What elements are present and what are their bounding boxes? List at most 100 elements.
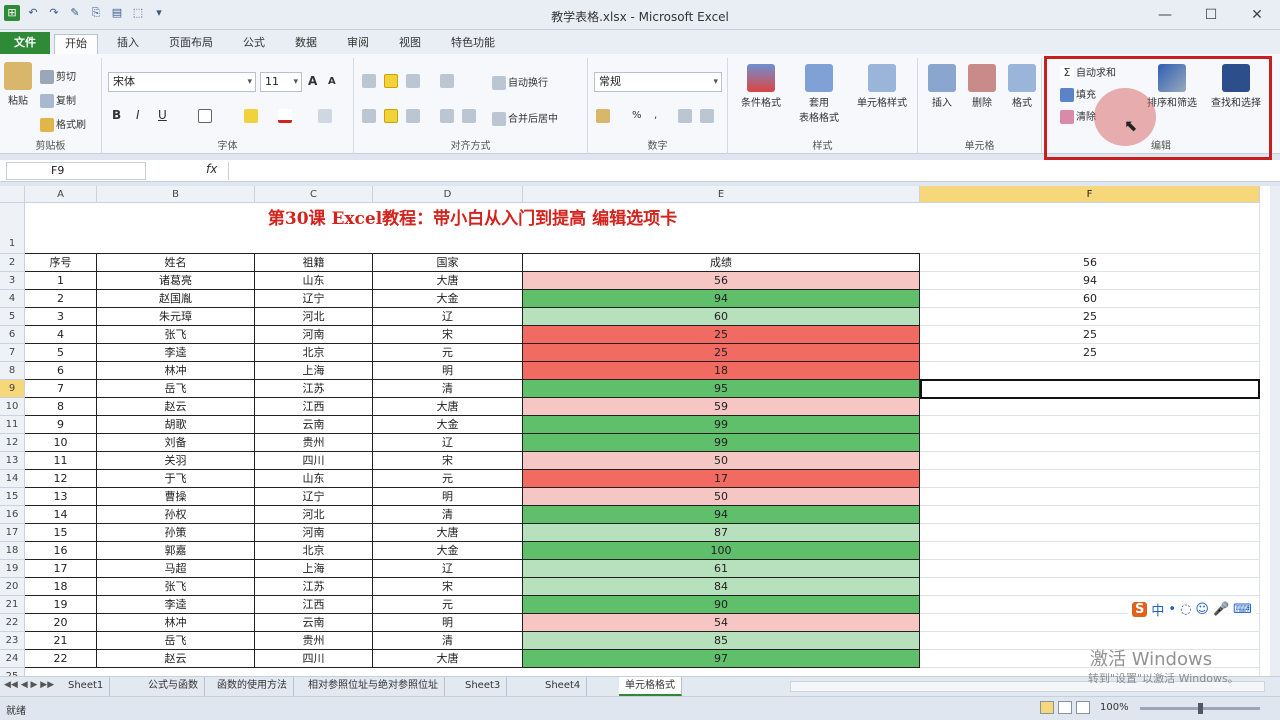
format-painter-button[interactable]: 格式刷 (40, 116, 86, 132)
header-cell[interactable]: 国家 (373, 254, 523, 272)
data-cell[interactable]: 21 (25, 632, 97, 650)
delete-cells-button[interactable]: 删除 (964, 64, 1000, 109)
insert-function-icon[interactable]: fx (206, 162, 217, 176)
empty-cell[interactable] (920, 470, 1260, 488)
increase-indent-icon[interactable] (462, 109, 476, 123)
page-layout-view-icon[interactable] (1058, 701, 1072, 714)
align-center-icon[interactable] (384, 109, 398, 123)
empty-cell[interactable] (920, 524, 1260, 542)
data-cell[interactable]: 明 (373, 614, 523, 632)
row-header[interactable]: 4 (0, 290, 25, 308)
sheet-tab[interactable]: 相对参照位址与绝对参照位址 (302, 677, 445, 696)
data-cell[interactable]: 云南 (255, 416, 373, 434)
score-cell[interactable]: 61 (523, 560, 920, 578)
data-cell[interactable]: 张飞 (97, 326, 255, 344)
data-cell[interactable]: 大唐 (373, 398, 523, 416)
close-button[interactable]: ✕ (1234, 0, 1280, 30)
f-value-cell[interactable]: 60 (920, 290, 1260, 308)
empty-cell[interactable] (920, 506, 1260, 524)
data-cell[interactable]: 江苏 (255, 380, 373, 398)
data-cell[interactable]: 明 (373, 488, 523, 506)
data-cell[interactable]: 郭嘉 (97, 542, 255, 560)
row-header[interactable]: 21 (0, 596, 25, 614)
data-cell[interactable]: 清 (373, 506, 523, 524)
align-middle-icon[interactable] (384, 74, 398, 88)
empty-cell[interactable] (920, 452, 1260, 470)
data-cell[interactable]: 四川 (255, 650, 373, 668)
data-cell[interactable]: 马超 (97, 560, 255, 578)
data-cell[interactable]: 大金 (373, 542, 523, 560)
data-cell[interactable]: 大金 (373, 416, 523, 434)
tab-data[interactable]: 数据 (288, 34, 324, 54)
maximize-button[interactable]: ☐ (1188, 0, 1234, 30)
row-header[interactable]: 12 (0, 434, 25, 452)
data-cell[interactable]: 13 (25, 488, 97, 506)
data-cell[interactable]: 辽 (373, 560, 523, 578)
row-header[interactable]: 1 (0, 203, 25, 254)
ime-toolbar[interactable]: S 中 • ◌ ☺ 🎤 ⌨ (1128, 598, 1256, 621)
keyboard-icon[interactable]: ⌨ (1233, 602, 1252, 617)
data-cell[interactable]: 清 (373, 380, 523, 398)
empty-cell[interactable] (920, 203, 1260, 254)
sheet-tab[interactable]: 函数的使用方法 (211, 677, 294, 696)
align-left-icon[interactable] (362, 109, 376, 123)
grow-font-button[interactable]: A (308, 74, 317, 88)
empty-cell[interactable] (920, 488, 1260, 506)
data-cell[interactable]: 北京 (255, 344, 373, 362)
chinese-mode-icon[interactable]: 中 (1151, 600, 1164, 619)
f-value-cell[interactable]: 25 (920, 308, 1260, 326)
punctuation-icon[interactable]: • (1168, 602, 1176, 617)
score-cell[interactable]: 95 (523, 380, 920, 398)
fullwidth-icon[interactable]: ◌ (1180, 602, 1191, 617)
merge-center-button[interactable]: 合并后居中 (492, 110, 558, 126)
row-header[interactable]: 16 (0, 506, 25, 524)
row-header[interactable]: 23 (0, 632, 25, 650)
data-cell[interactable]: 孙权 (97, 506, 255, 524)
empty-cell[interactable] (920, 578, 1260, 596)
empty-cell[interactable] (920, 416, 1260, 434)
zoom-level[interactable]: 100% (1100, 702, 1129, 713)
sheet-tab[interactable]: 单元格格式 (619, 677, 682, 696)
insert-cells-button[interactable]: 插入 (924, 64, 960, 109)
score-cell[interactable]: 50 (523, 488, 920, 506)
column-header-e[interactable]: E (523, 186, 920, 203)
tab-insert[interactable]: 插入 (110, 34, 146, 54)
row-header[interactable]: 11 (0, 416, 25, 434)
sheet-tab[interactable]: 公式与函数 (142, 677, 205, 696)
score-cell[interactable]: 100 (523, 542, 920, 560)
data-cell[interactable]: 5 (25, 344, 97, 362)
data-cell[interactable]: 江西 (255, 398, 373, 416)
data-cell[interactable]: 李逵 (97, 344, 255, 362)
row-header[interactable]: 22 (0, 614, 25, 632)
row-header[interactable]: 9 (0, 380, 25, 398)
score-cell[interactable]: 94 (523, 506, 920, 524)
wrap-text-button[interactable]: 自动换行 (492, 74, 548, 90)
data-cell[interactable]: 四川 (255, 452, 373, 470)
f-value-cell[interactable]: 25 (920, 326, 1260, 344)
header-cell[interactable]: 姓名 (97, 254, 255, 272)
row-header[interactable]: 24 (0, 650, 25, 668)
score-cell[interactable]: 87 (523, 524, 920, 542)
data-cell[interactable]: 李逵 (97, 596, 255, 614)
tab-file[interactable]: 文件 (0, 32, 50, 54)
row-header[interactable]: 8 (0, 362, 25, 380)
data-cell[interactable]: 4 (25, 326, 97, 344)
data-cell[interactable]: 2 (25, 290, 97, 308)
data-cell[interactable]: 1 (25, 272, 97, 290)
decrease-indent-icon[interactable] (440, 109, 454, 123)
data-cell[interactable]: 赵云 (97, 398, 255, 416)
font-color-icon[interactable] (278, 109, 292, 123)
data-cell[interactable]: 上海 (255, 362, 373, 380)
comma-button[interactable]: , (654, 110, 657, 121)
data-cell[interactable]: 孙策 (97, 524, 255, 542)
data-cell[interactable]: 云南 (255, 614, 373, 632)
data-cell[interactable]: 岳飞 (97, 632, 255, 650)
header-cell[interactable]: 祖籍 (255, 254, 373, 272)
data-cell[interactable]: 林冲 (97, 362, 255, 380)
row-header[interactable]: 3 (0, 272, 25, 290)
data-cell[interactable]: 上海 (255, 560, 373, 578)
sheet-tab[interactable]: Sheet3 (459, 677, 508, 696)
vertical-scrollbar[interactable] (1270, 186, 1280, 676)
sheet-tab[interactable]: Sheet1 (62, 677, 111, 696)
data-cell[interactable]: 6 (25, 362, 97, 380)
